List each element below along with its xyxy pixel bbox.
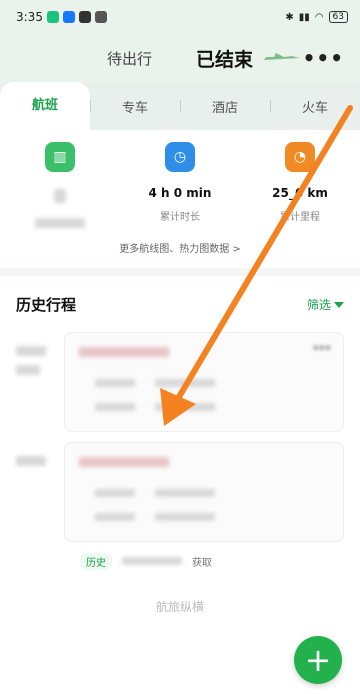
filter-label: 筛选 xyxy=(306,298,331,312)
more-data-link[interactable]: 更多航线图、热力图数据 > xyxy=(0,240,360,255)
tab-flight[interactable]: 航班 xyxy=(0,82,90,130)
brand-label: 航旅纵横 xyxy=(155,600,204,614)
plus-icon: + xyxy=(304,641,332,679)
clock-icon: ◷ xyxy=(165,142,195,172)
duration-value: 4 h 0 min xyxy=(148,186,212,200)
history-section: 历史行程 筛选 ▪▪▪ 历史 获取 航旅纵横 xyxy=(0,276,360,694)
wechat-icon xyxy=(46,11,59,23)
footer-tag[interactable]: 历史 xyxy=(80,552,112,570)
stat-duration: ◷ 4 h 0 min 累计时长 xyxy=(120,142,240,223)
more-icon[interactable]: ••• xyxy=(303,46,344,70)
wifi-icon: ◠ xyxy=(314,11,324,23)
tab-car[interactable]: 专车 xyxy=(90,97,180,116)
tab-upcoming[interactable]: 待出行 xyxy=(107,48,152,69)
footer-text[interactable]: 获取 xyxy=(192,554,212,569)
stat-flights: ▥ xyxy=(0,142,120,232)
distance-value: 25_6 km xyxy=(272,186,328,200)
stat-distance: ◔ 25_6 km 累计里程 xyxy=(240,142,360,223)
status-bar: 3:35 ✱ ▮▮ ◠ 63 xyxy=(0,0,360,34)
category-tabs: 航班 专车 酒店 火车 xyxy=(0,82,360,130)
add-trip-button[interactable]: + xyxy=(294,636,342,684)
signal-icon: ▮▮ xyxy=(298,11,310,23)
app-icon xyxy=(62,11,75,23)
tab-hotel[interactable]: 酒店 xyxy=(180,97,270,116)
top-bar: 待出行 已结束 ••• xyxy=(0,34,360,82)
app-icon xyxy=(94,11,107,23)
tab-finished[interactable]: 已结束 xyxy=(196,45,253,72)
plane-icon xyxy=(264,53,300,60)
battery-icon: 63 xyxy=(328,11,348,23)
trip-date xyxy=(16,346,46,378)
trip-date xyxy=(16,456,46,469)
duration-label: 累计时长 xyxy=(160,212,200,223)
trip-card[interactable]: ▪▪▪ xyxy=(64,332,344,432)
history-footer: 历史 获取 xyxy=(80,552,320,570)
chevron-down-icon xyxy=(334,301,344,308)
filter-button[interactable]: 筛选 xyxy=(307,296,344,313)
distance-label: 累计里程 xyxy=(280,212,320,223)
trip-card[interactable] xyxy=(64,442,344,542)
bluetooth-icon: ✱ xyxy=(285,11,294,23)
stats-panel: ▥ ◷ 4 h 0 min 累计时长 ◔ 25_6 km 累计里程 更多航线图、… xyxy=(0,130,360,268)
status-time: 3:35 xyxy=(16,10,43,24)
tab-train[interactable]: 火车 xyxy=(270,97,360,116)
chart-icon: ▥ xyxy=(45,142,75,172)
gauge-icon: ◔ xyxy=(285,142,315,172)
history-title: 历史行程 xyxy=(16,296,77,314)
app-icon xyxy=(78,11,91,23)
